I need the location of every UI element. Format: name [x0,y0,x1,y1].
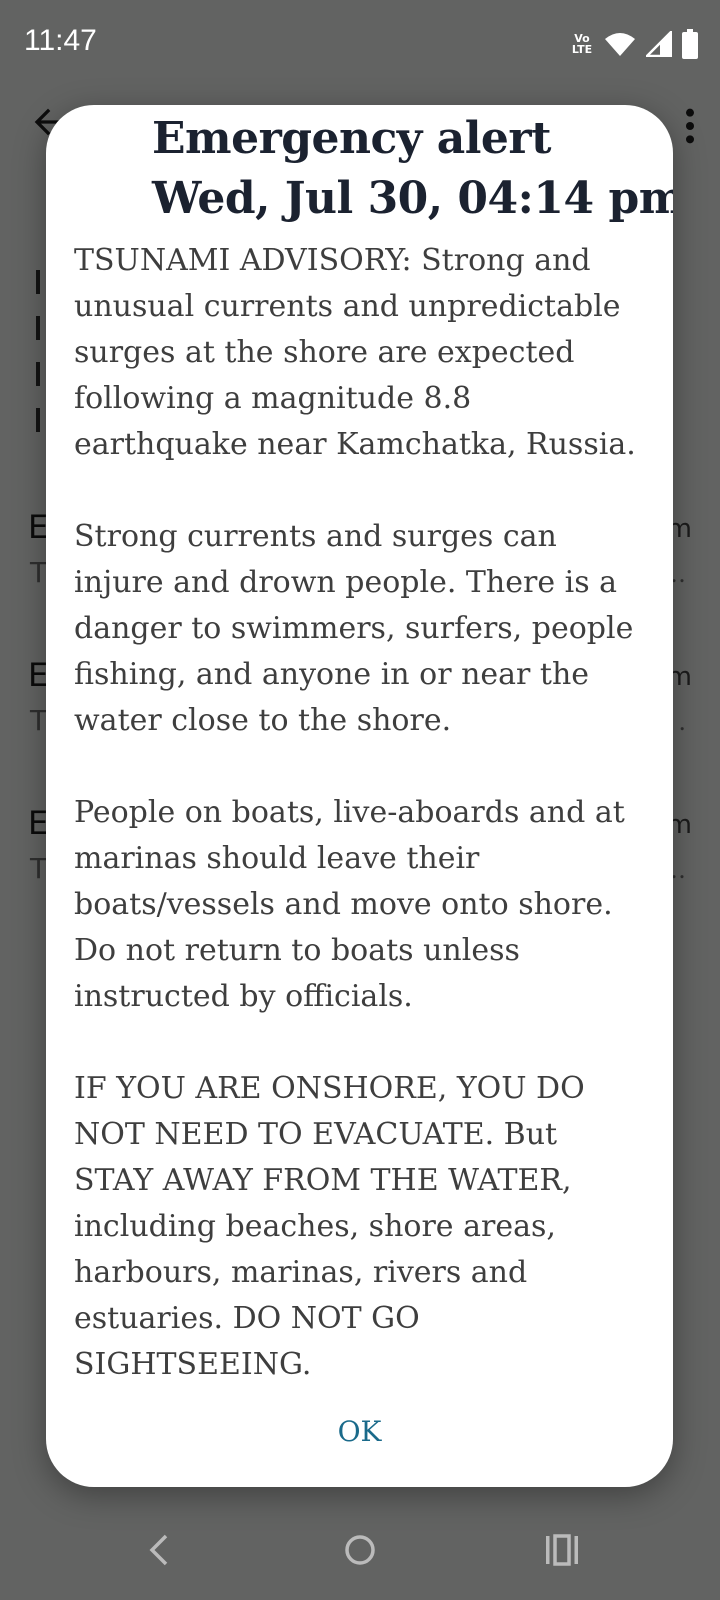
wifi-icon [605,33,635,56]
message-paragraph: IF YOU ARE ONSHORE, YOU DO NOT NEED TO E… [74,1071,585,1381]
dialog-message-scroll[interactable]: TSUNAMI ADVISORY: Strong and unusual cur… [46,238,673,1487]
navigation-bar [0,1500,720,1600]
dialog-title: Emergency alert Wed, Jul 30, 04:14 pm [152,109,673,229]
status-bar: 11:47 Vo LTE [0,0,720,84]
nav-back-icon[interactable] [140,1528,180,1572]
message-paragraph: People on boats, live-aboards and at mar… [74,795,625,1014]
dialog-title-heading: Emergency alert [152,113,551,164]
screen: E m T … E m T . E m T … 11:47 Vo LTE [0,0,720,1600]
message-paragraph: Strong currents and surges can injure an… [74,519,634,738]
emergency-alert-dialog: Emergency alert Wed, Jul 30, 04:14 pm TS… [46,105,673,1487]
volte-icon: Vo LTE [570,33,594,55]
ok-button[interactable]: OK [300,1401,420,1461]
status-time: 11:47 [24,24,97,57]
message-paragraph: TSUNAMI ADVISORY: Strong and unusual cur… [74,243,636,462]
battery-icon [682,29,698,59]
cell-signal-icon [646,31,672,57]
volte-label-lte: LTE [571,43,593,56]
nav-home-icon[interactable] [340,1528,380,1572]
dialog-title-datetime: Wed, Jul 30, 04:14 pm [152,173,673,224]
status-icons: Vo LTE [570,28,698,60]
dialog-message: TSUNAMI ADVISORY: Strong and unusual cur… [74,238,644,1381]
nav-recents-icon[interactable] [544,1530,580,1570]
